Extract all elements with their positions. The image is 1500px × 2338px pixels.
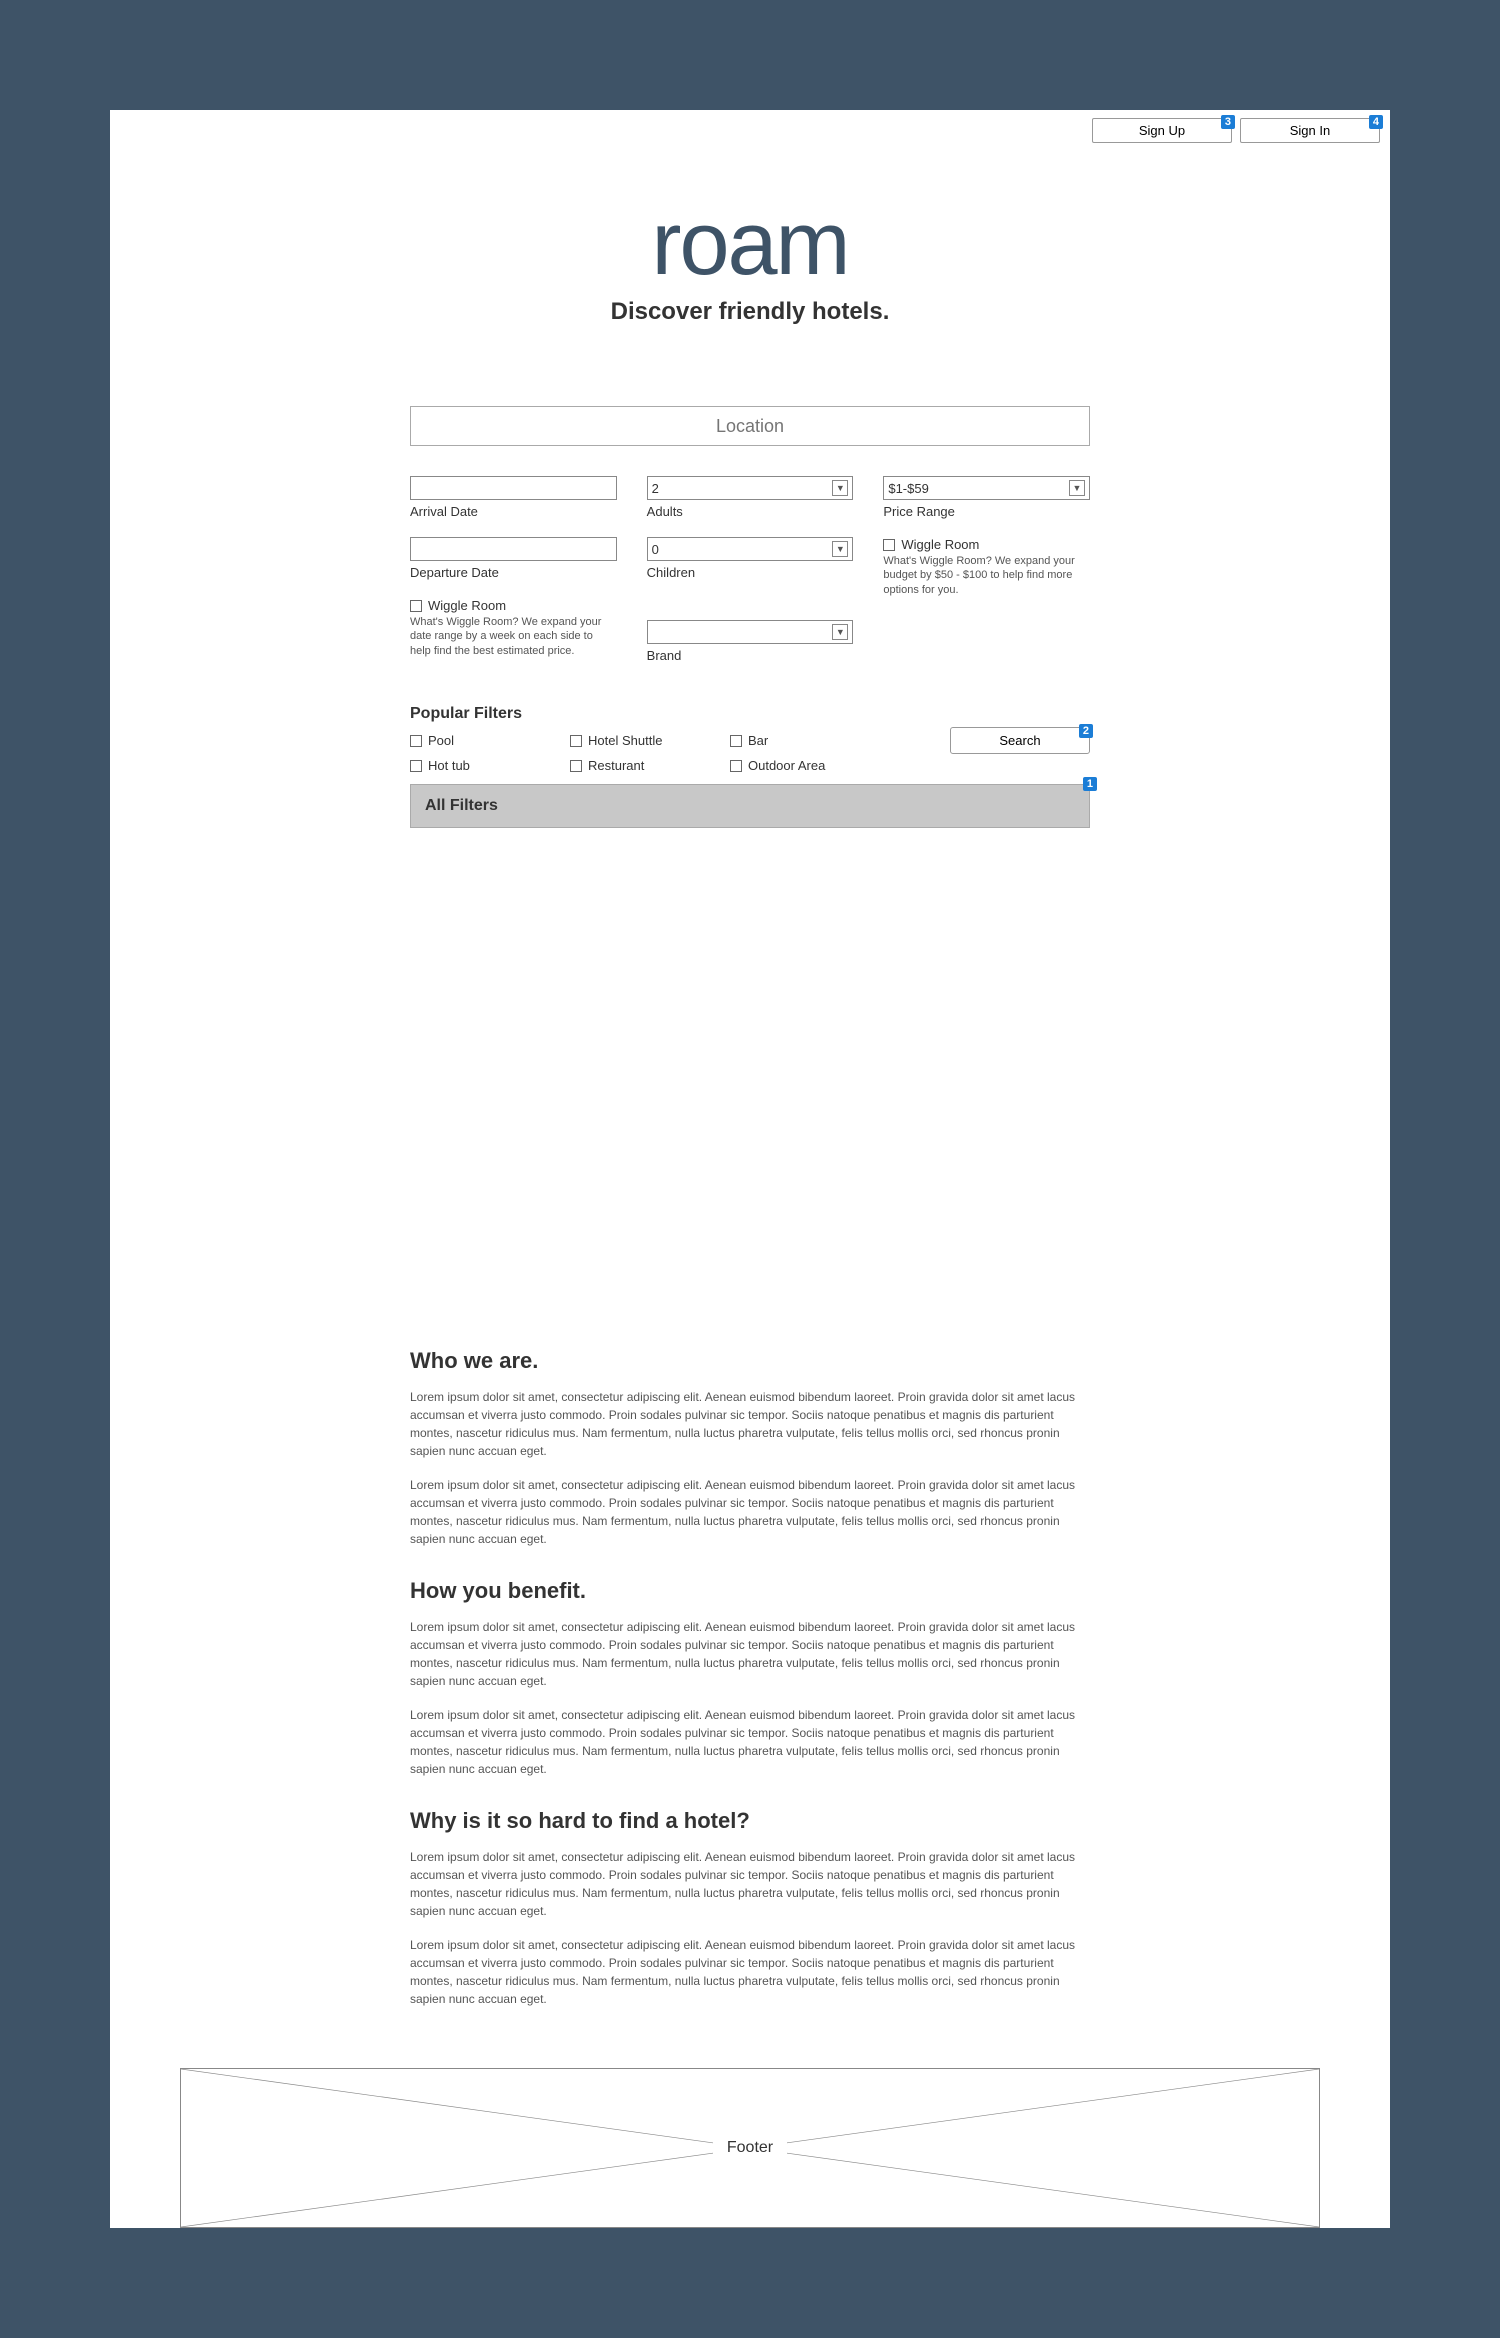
chevron-down-icon: ▼ (832, 480, 848, 496)
body-text: Lorem ipsum dolor sit amet, consectetur … (410, 1848, 1090, 1920)
filter-label: Resturant (588, 758, 644, 773)
filter-shuttle[interactable]: Hotel Shuttle (570, 733, 710, 748)
search-button[interactable]: Search 2 (950, 727, 1090, 754)
adults-label: Adults (647, 504, 854, 519)
annotation-marker-2: 2 (1079, 724, 1093, 738)
annotation-marker-3: 3 (1221, 115, 1235, 129)
filter-label: Hot tub (428, 758, 470, 773)
checkbox-icon (883, 539, 895, 551)
who-we-are-section: Who we are. Lorem ipsum dolor sit amet, … (410, 1348, 1090, 1548)
chevron-down-icon: ▼ (832, 541, 848, 557)
checkbox-icon (730, 760, 742, 772)
adults-value: 2 (652, 481, 659, 496)
annotation-marker-1: 1 (1083, 777, 1097, 791)
search-form: Arrival Date Departure Date Wiggle Room … (410, 406, 1090, 828)
chevron-down-icon: ▼ (832, 624, 848, 640)
how-you-benefit-section: How you benefit. Lorem ipsum dolor sit a… (410, 1578, 1090, 1778)
tagline: Discover friendly hotels. (110, 298, 1390, 326)
who-title: Who we are. (410, 1348, 1090, 1374)
body-text: Lorem ipsum dolor sit amet, consectetur … (410, 1618, 1090, 1690)
filter-hottub[interactable]: Hot tub (410, 758, 550, 773)
filter-pool[interactable]: Pool (410, 733, 550, 748)
filter-label: Hotel Shuttle (588, 733, 662, 748)
signin-button[interactable]: Sign In 4 (1240, 118, 1380, 143)
why-hard-section: Why is it so hard to find a hotel? Lorem… (410, 1808, 1090, 2008)
signin-label: Sign In (1290, 123, 1330, 138)
arrival-date-input[interactable] (410, 476, 617, 500)
filter-restaurant[interactable]: Resturant (570, 758, 710, 773)
dates-column: Arrival Date Departure Date Wiggle Room … (410, 476, 617, 681)
wiggle-date-checkbox[interactable]: Wiggle Room (410, 598, 617, 613)
filter-outdoor[interactable]: Outdoor Area (730, 758, 870, 773)
filter-label: Outdoor Area (748, 758, 825, 773)
all-filters-panel[interactable]: All Filters 1 (410, 784, 1090, 828)
wiggle-date-label: Wiggle Room (428, 598, 506, 613)
price-range-select[interactable]: $1-$59 ▼ (883, 476, 1090, 500)
logo: roam (110, 193, 1390, 296)
benefit-title: How you benefit. (410, 1578, 1090, 1604)
brand-label: Brand (647, 648, 854, 663)
price-range-label: Price Range (883, 504, 1090, 519)
wiggle-price-checkbox[interactable]: Wiggle Room (883, 537, 1090, 552)
body-text: Lorem ipsum dolor sit amet, consectetur … (410, 1388, 1090, 1460)
chevron-down-icon: ▼ (1069, 480, 1085, 496)
filter-bar[interactable]: Bar (730, 733, 870, 748)
filter-label: Pool (428, 733, 454, 748)
checkbox-icon (570, 760, 582, 772)
checkbox-icon (410, 760, 422, 772)
page-wireframe: Sign Up 3 Sign In 4 roam Discover friend… (110, 110, 1390, 2228)
checkbox-icon (730, 735, 742, 747)
hero: roam Discover friendly hotels. (110, 143, 1390, 326)
filter-label: Bar (748, 733, 768, 748)
wiggle-price-help: What's Wiggle Room? We expand your budge… (883, 554, 1090, 597)
annotation-marker-4: 4 (1369, 115, 1383, 129)
price-value: $1-$59 (888, 481, 928, 496)
body-text: Lorem ipsum dolor sit amet, consectetur … (410, 1936, 1090, 2008)
checkbox-icon (410, 600, 422, 612)
checkbox-icon (410, 735, 422, 747)
departure-date-label: Departure Date (410, 565, 617, 580)
body-text: Lorem ipsum dolor sit amet, consectetur … (410, 1706, 1090, 1778)
guests-column: 2 ▼ Adults 0 ▼ Children ▼ (647, 476, 854, 681)
topbar: Sign Up 3 Sign In 4 (110, 110, 1390, 143)
wiggle-date-help: What's Wiggle Room? We expand your date … (410, 615, 617, 658)
departure-date-input[interactable] (410, 537, 617, 561)
wiggle-price-label: Wiggle Room (901, 537, 979, 552)
adults-select[interactable]: 2 ▼ (647, 476, 854, 500)
footer-placeholder: Footer (180, 2068, 1320, 2228)
children-value: 0 (652, 542, 659, 557)
location-input[interactable] (410, 406, 1090, 446)
all-filters-label: All Filters (425, 797, 498, 815)
brand-select[interactable]: ▼ (647, 620, 854, 644)
content-sections: Who we are. Lorem ipsum dolor sit amet, … (410, 1348, 1090, 2008)
footer-label: Footer (713, 2139, 787, 2157)
signup-button[interactable]: Sign Up 3 (1092, 118, 1232, 143)
search-label: Search (999, 733, 1040, 748)
checkbox-icon (570, 735, 582, 747)
price-column: $1-$59 ▼ Price Range Wiggle Room What's … (883, 476, 1090, 681)
why-title: Why is it so hard to find a hotel? (410, 1808, 1090, 1834)
children-label: Children (647, 565, 854, 580)
body-text: Lorem ipsum dolor sit amet, consectetur … (410, 1476, 1090, 1548)
popular-filters-title: Popular Filters (410, 705, 1090, 723)
arrival-date-label: Arrival Date (410, 504, 617, 519)
signup-label: Sign Up (1139, 123, 1185, 138)
children-select[interactable]: 0 ▼ (647, 537, 854, 561)
